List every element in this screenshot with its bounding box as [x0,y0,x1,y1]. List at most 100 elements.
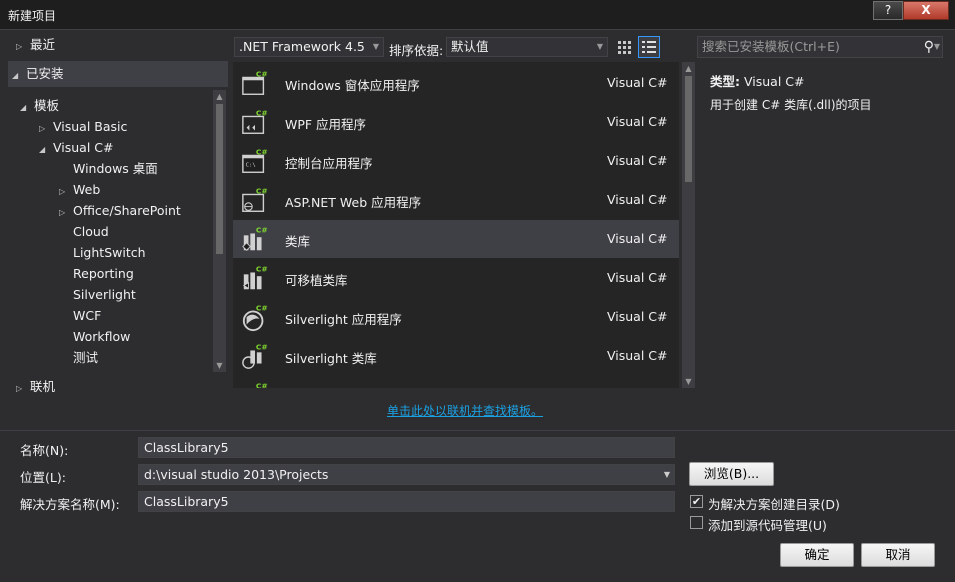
chevron-down-icon[interactable]: ▼ [664,465,670,484]
template-item-partial[interactable]: C# [233,376,679,388]
tree-item-web[interactable]: ▷ Web [59,179,100,200]
scroll-up-icon[interactable]: ▲ [213,90,226,103]
tree-item-recent[interactable]: ▷ 最近 [16,34,55,55]
template-language: Visual C# [607,192,668,207]
name-input[interactable]: ClassLibrary5 [138,437,675,458]
template-list-scrollbar[interactable]: ▲ ▼ [682,62,695,388]
template-list[interactable]: C# Windows 窗体应用程序 Visual C# C# WPF 应用程序 Visua… [233,62,679,388]
browse-button[interactable]: 浏览(B)... [689,462,774,486]
sort-dropdown[interactable]: 默认值 ▼ [446,37,608,57]
cancel-button[interactable]: 取消 [861,543,935,567]
template-name: Windows 窗体应用程序 [285,78,420,93]
type-label: 类型: [710,74,740,89]
template-item-wpf-app[interactable]: C# WPF 应用程序 Visual C# [233,103,679,141]
tree-item-reporting[interactable]: Reporting [73,263,134,284]
scroll-down-icon[interactable]: ▼ [213,359,226,372]
expand-icon[interactable]: ▷ [59,202,73,223]
template-language: Visual C# [607,114,668,129]
type-value: Visual C# [743,74,805,89]
chevron-down-icon[interactable]: ▼ [934,37,940,57]
template-list-scrollbar-thumb[interactable] [685,76,692,182]
class-library-icon: C# [242,226,268,251]
template-language: Visual C# [607,348,668,363]
tree-item-test[interactable]: 测试 [73,347,98,368]
tree-item-office-sharepoint[interactable]: ▷ Office/SharePoint [59,200,181,221]
svg-text:C:\: C:\ [246,163,256,169]
template-item-silverlight-library[interactable]: C# Silverlight 类库 Visual C# [233,337,679,375]
name-label: 名称(N): [20,443,69,458]
tree-scrollbar[interactable]: ▲ ▼ [213,90,226,372]
template-icon: C# [256,382,268,388]
template-language: Visual C# [607,75,668,90]
template-item-asp-net-web[interactable]: C# ASP.NET Web 应用程序 Visual C# [233,181,679,219]
portable-library-icon: C# [242,265,268,290]
template-name: ASP.NET Web 应用程序 [285,195,422,210]
tree-item-cloud[interactable]: Cloud [73,221,109,242]
csharp-badge: C# [256,343,268,352]
csharp-badge: C# [256,304,268,313]
tree-item-workflow[interactable]: Workflow [73,326,130,347]
collapse-icon[interactable]: ◢ [20,97,34,118]
template-item-windows-forms[interactable]: C# Windows 窗体应用程序 Visual C# [233,64,679,102]
online-templates-link[interactable]: 单击此处以联机并查找模板。 [387,402,543,419]
search-icon[interactable]: ⚲ [924,37,934,57]
window-title: 新建项目 [8,9,57,23]
window-form-icon: C# [242,70,268,95]
expand-icon[interactable]: ▷ [59,181,73,202]
list-view-button[interactable] [638,36,660,58]
help-button[interactable]: ? [873,1,903,20]
tree-item-visual-csharp[interactable]: ◢ Visual C# [39,137,114,158]
search-input[interactable]: 搜索已安装模板(Ctrl+E) ⚲ ▼ [697,36,943,58]
collapse-icon[interactable]: ◢ [12,65,26,86]
close-button[interactable]: X [903,1,949,20]
scroll-down-icon[interactable]: ▼ [682,375,695,388]
tree-item-wcf[interactable]: WCF [73,305,101,326]
template-item-portable-class-library[interactable]: C# 可移植类库 Visual C# [233,259,679,297]
csharp-badge: C# [256,226,268,235]
tree-scrollbar-thumb[interactable] [216,104,223,254]
csharp-badge: C# [256,70,268,79]
tree-item-silverlight[interactable]: Silverlight [73,284,136,305]
template-item-console-app[interactable]: C:\ C# 控制台应用程序 Visual C# [233,142,679,180]
tree-item-visual-basic[interactable]: ▷ Visual Basic [39,116,127,137]
create-directory-label: 为解决方案创建目录(D) [708,497,840,512]
tree-item-online[interactable]: ▷ 联机 [16,376,55,397]
csharp-badge: C# [256,382,268,388]
ok-button[interactable]: 确定 [780,543,854,567]
sort-label: 排序依据: [389,43,444,58]
tree-item-windows-desktop[interactable]: Windows 桌面 [73,158,158,179]
scroll-up-icon[interactable]: ▲ [682,62,695,75]
details-pane: 类型: Visual C# 用于创建 C# 类库(.dll)的项目 [700,62,945,388]
template-language: Visual C# [607,231,668,246]
aspnet-icon: C# [242,187,268,212]
template-tree: ▷ 最近 ◢ 已安装 ◢ 模板 ▷ Visual Basic ◢ Visual C# Wi… [8,32,228,398]
tree-item-installed[interactable]: ◢ 已安装 [12,63,64,84]
chevron-down-icon: ▼ [372,42,379,51]
expand-icon[interactable]: ▷ [16,378,30,399]
silverlight-library-icon: C# [242,343,268,369]
tree-item-lightswitch[interactable]: LightSwitch [73,242,146,263]
tree-item-templates[interactable]: ◢ 模板 [20,95,59,116]
template-name: 控制台应用程序 [285,156,373,171]
tree-item-installed-bar[interactable]: ◢ 已安装 [8,61,228,87]
location-label: 位置(L): [20,470,66,485]
template-item-silverlight-app[interactable]: C# Silverlight 应用程序 Visual C# [233,298,679,336]
list-view-icon [642,41,656,53]
expand-icon[interactable]: ▷ [39,118,53,139]
type-row: 类型: Visual C# [710,71,804,90]
silverlight-icon: C# [242,304,268,332]
source-control-label: 添加到源代码管理(U) [708,518,827,533]
solution-name-input[interactable]: ClassLibrary5 [138,491,675,512]
template-item-class-library[interactable]: C# 类库 Visual C# [233,220,679,258]
template-name: WPF 应用程序 [285,117,367,132]
create-directory-checkbox[interactable]: ✔ [690,495,703,508]
csharp-badge: C# [256,148,268,157]
expand-icon[interactable]: ▷ [16,36,30,57]
grid-view-button[interactable] [614,37,634,57]
location-combobox[interactable]: d:\visual studio 2013\Projects ▼ [138,464,675,485]
grid-view-icon [618,41,631,54]
collapse-icon[interactable]: ◢ [39,139,53,160]
source-control-checkbox[interactable] [690,516,703,529]
framework-dropdown[interactable]: .NET Framework 4.5 ▼ [234,37,384,57]
template-description: 用于创建 C# 类库(.dll)的项目 [710,98,872,112]
